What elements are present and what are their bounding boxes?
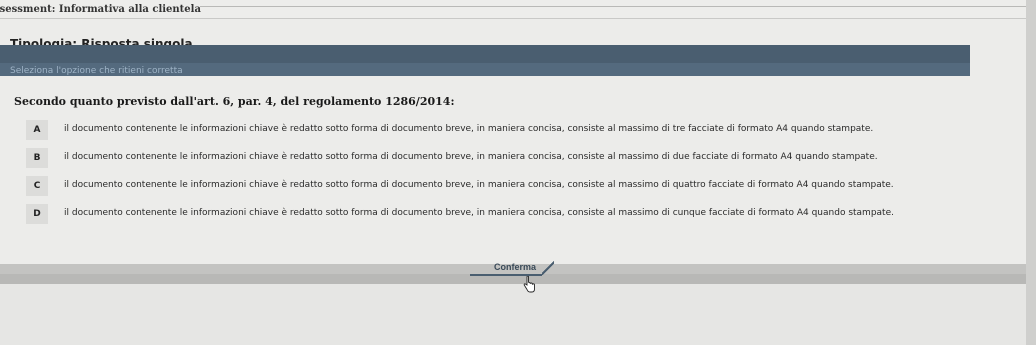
instruction-bar bbox=[0, 45, 970, 63]
confirm-button[interactable]: Conferma bbox=[470, 258, 560, 276]
option-text[interactable]: il documento contenente le informazioni … bbox=[64, 180, 894, 190]
option-letter[interactable]: D bbox=[26, 204, 48, 224]
option-c[interactable]: C il documento contenente le informazion… bbox=[0, 176, 1020, 200]
option-d[interactable]: D il documento contenente le informazion… bbox=[0, 204, 1020, 228]
option-b[interactable]: B il documento contenente le informazion… bbox=[0, 148, 1020, 172]
option-text[interactable]: il documento contenente le informazioni … bbox=[64, 208, 894, 218]
hand-pointer-icon bbox=[523, 276, 535, 293]
option-letter[interactable]: A bbox=[26, 120, 48, 140]
option-text[interactable]: il documento contenente le informazioni … bbox=[64, 152, 878, 162]
option-letter[interactable]: C bbox=[26, 176, 48, 196]
titlebar-rule bbox=[200, 6, 1036, 7]
question-text: Secondo quanto previsto dall'art. 6, par… bbox=[14, 95, 455, 108]
confirm-slash bbox=[542, 261, 554, 275]
window-titlebar: ssessment: Informativa alla clientela bbox=[0, 0, 1036, 19]
window-title: ssessment: Informativa alla clientela bbox=[0, 4, 201, 15]
confirm-button-label: Conferma bbox=[494, 262, 537, 272]
right-edge bbox=[1026, 0, 1036, 345]
instruction-text: Seleziona l'opzione che ritieni corretta bbox=[10, 66, 183, 76]
option-a[interactable]: A il documento contenente le informazion… bbox=[0, 120, 1020, 144]
option-text[interactable]: il documento contenente le informazioni … bbox=[64, 124, 873, 134]
option-letter[interactable]: B bbox=[26, 148, 48, 168]
